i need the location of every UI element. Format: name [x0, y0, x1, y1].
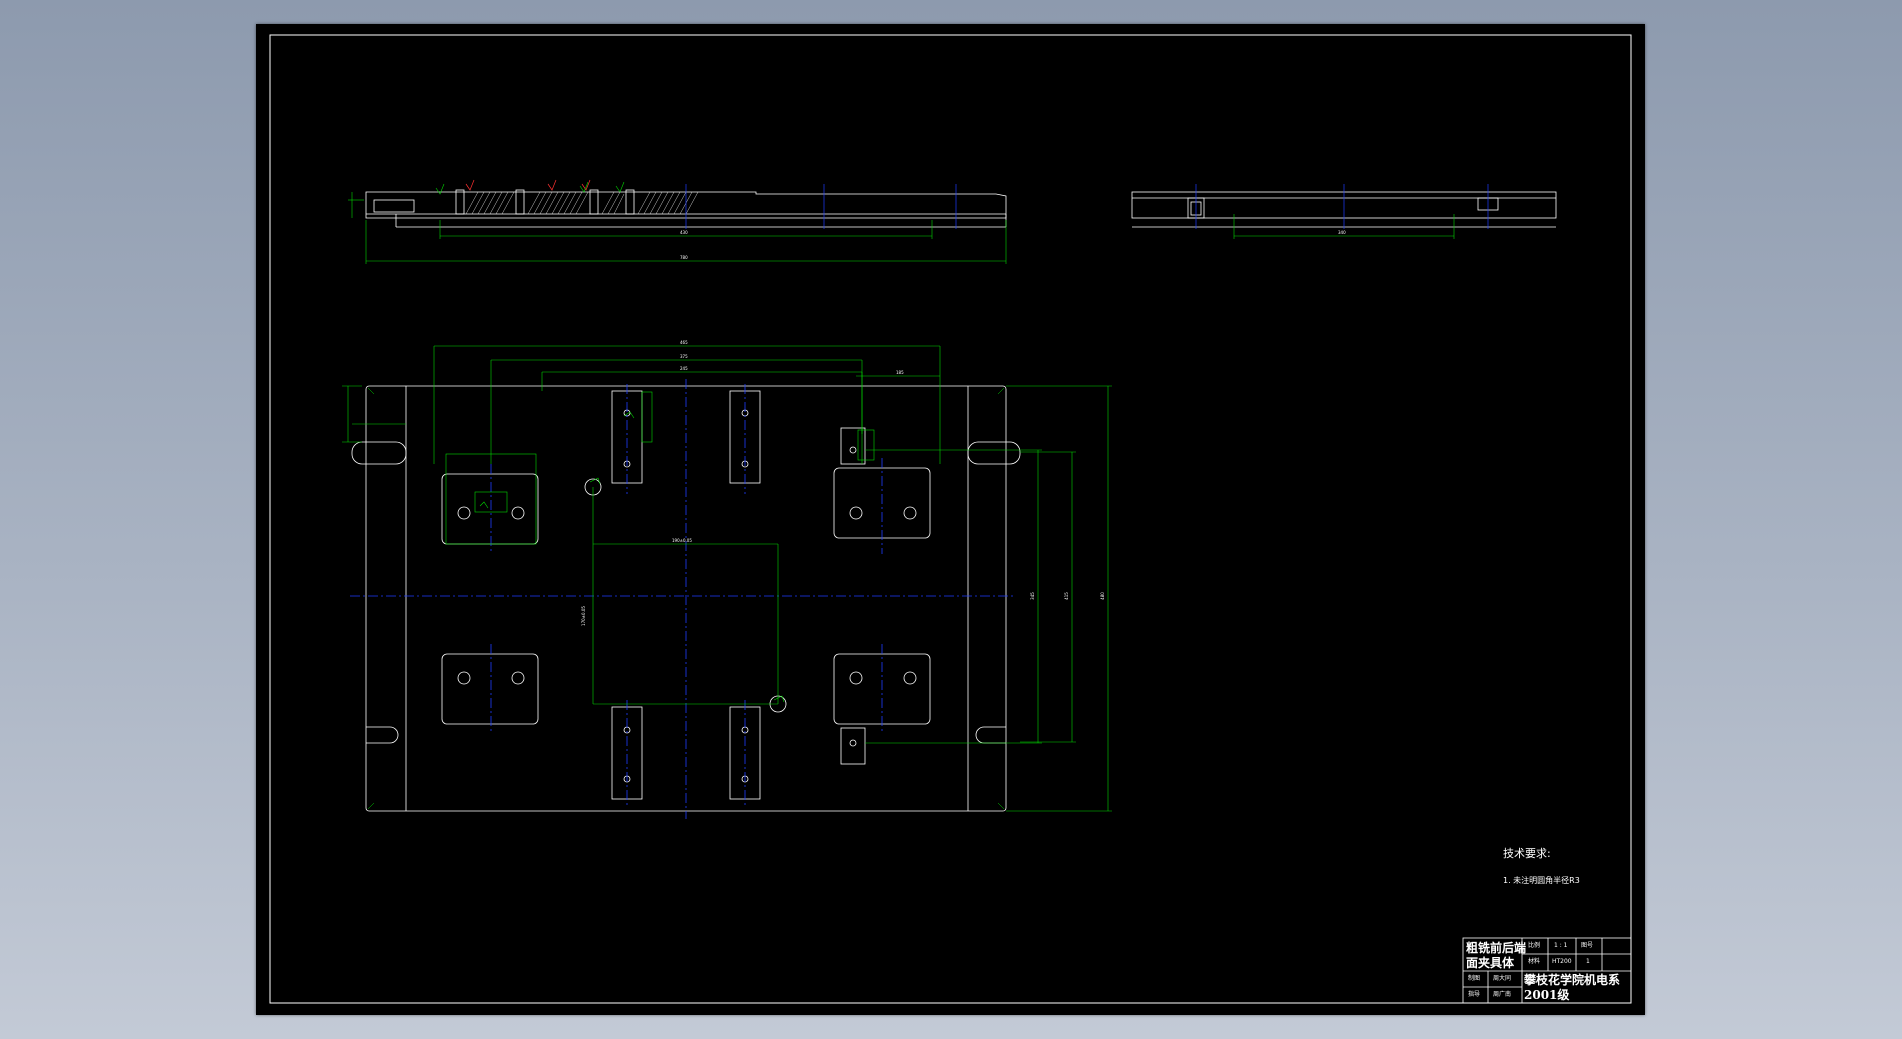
plan-view-centerlines	[350, 379, 1016, 819]
dim-label-plan-top-2: 375	[680, 354, 688, 359]
cad-viewport[interactable]: 技术要求: 1. 未注明圆角半径R3 粗铣前后端 面夹具体 比例 1 : 1 图…	[256, 24, 1645, 1015]
dim-label-front-overall: 780	[680, 255, 688, 260]
front-view-centerlines	[685, 184, 957, 229]
dim-label-plan-right-1: 345	[1029, 592, 1035, 600]
dim-label-plan-center-x: 190±0.05	[672, 538, 692, 543]
material-value: HT200	[1552, 958, 1572, 965]
material-label: 材料	[1528, 958, 1541, 965]
scale-value: 1 : 1	[1554, 942, 1568, 949]
scale-label: 比例	[1528, 942, 1541, 949]
dim-label-plan-right-2: 415	[1063, 592, 1069, 600]
dim-label-plan-top-3: 245	[680, 366, 688, 371]
dim-label-side-width: 340	[1338, 230, 1346, 235]
reviewer-label: 指导	[1468, 991, 1481, 998]
dim-label-plan-top-1: 465	[680, 340, 688, 345]
side-view-centerlines	[1195, 184, 1489, 229]
school-name-line2: 2001级	[1524, 988, 1570, 1002]
cad-drawing	[269, 34, 1632, 1004]
reviewer-name: 周广南	[1493, 991, 1512, 998]
plan-view-tolerance-marks	[479, 411, 785, 703]
technical-requirement-item: 1. 未注明圆角半径R3	[1503, 876, 1580, 885]
designer-name: 周大同	[1493, 975, 1512, 982]
dim-label-plan-center-y: 170±0.05	[580, 606, 586, 626]
part-name-line1: 粗铣前后端	[1466, 941, 1527, 955]
front-view-dimensions	[348, 192, 1007, 264]
dim-label-front-inner: 430	[680, 230, 688, 235]
dim-label-plan-top-4: 185	[896, 370, 904, 375]
designer-label: 制图	[1468, 975, 1481, 982]
front-section-hatch	[465, 191, 699, 215]
technical-requirements-heading: 技术要求:	[1503, 847, 1551, 860]
part-name-line2: 面夹具体	[1466, 956, 1515, 970]
plan-view-dimensions	[342, 345, 1112, 812]
quantity-value: 1	[1586, 958, 1590, 965]
roughness-marks	[465, 179, 591, 191]
drawing-no-label: 图号	[1581, 942, 1594, 949]
dim-label-plan-right-3: 480	[1099, 592, 1105, 600]
school-name-line1: 攀枝花学院机电系	[1524, 973, 1621, 987]
